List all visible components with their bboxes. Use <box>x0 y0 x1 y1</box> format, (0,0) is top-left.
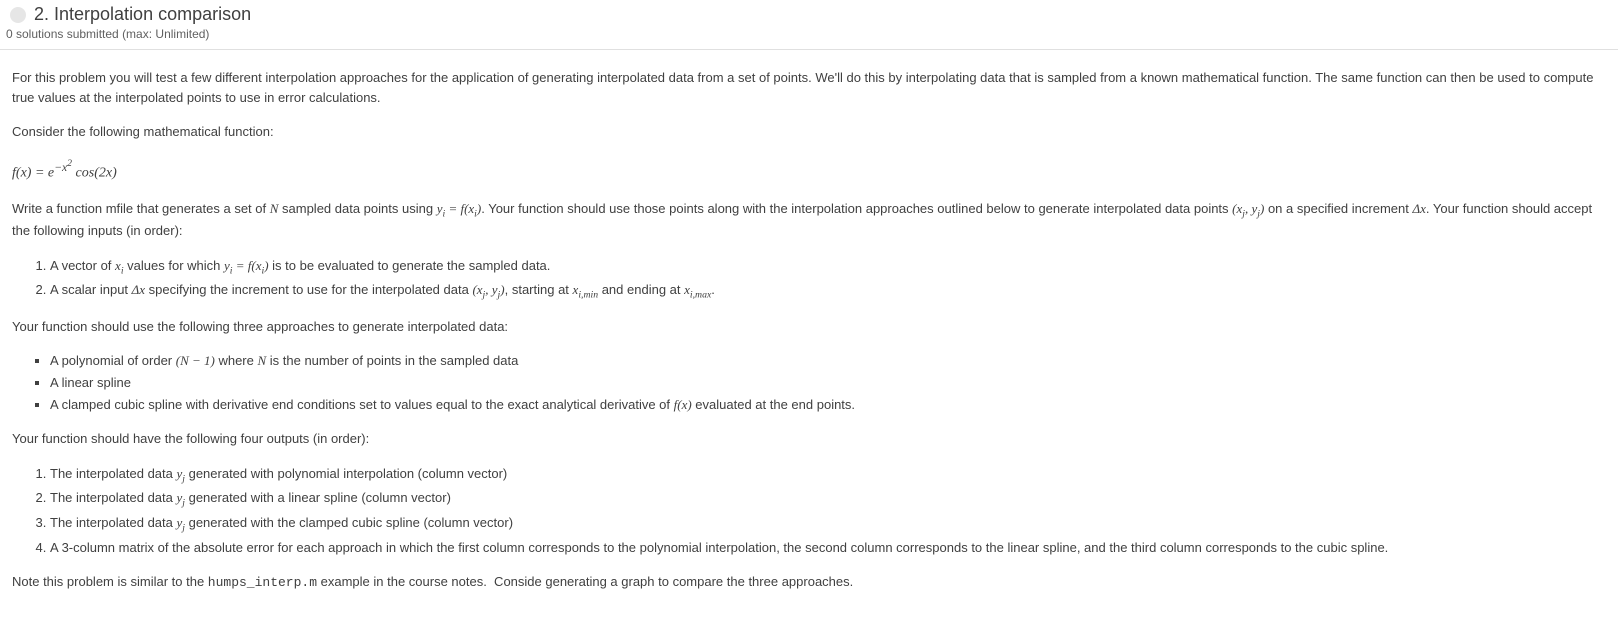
list-item: A vector of xi values for which yi = f(x… <box>50 256 1606 279</box>
list-item: The interpolated data yj generated with … <box>50 488 1606 511</box>
list-item: A clamped cubic spline with derivative e… <box>50 395 1606 415</box>
list-item: The interpolated data yj generated with … <box>50 464 1606 487</box>
outputs-lead: Your function should have the following … <box>12 429 1606 449</box>
problem-header: 2. Interpolation comparison 0 solutions … <box>0 0 1618 50</box>
list-item: A scalar input Δx specifying the increme… <box>50 280 1606 303</box>
list-item: A 3-column matrix of the absolute error … <box>50 538 1606 558</box>
note-paragraph: Note this problem is similar to the hump… <box>12 572 1606 593</box>
approaches-lead: Your function should use the following t… <box>12 317 1606 337</box>
consider-paragraph: Consider the following mathematical func… <box>12 122 1606 142</box>
approaches-list: A polynomial of order (N − 1) where N is… <box>12 351 1606 415</box>
list-item: The interpolated data yj generated with … <box>50 513 1606 536</box>
submission-status: 0 solutions submitted (max: Unlimited) <box>0 27 1618 41</box>
outputs-list: The interpolated data yj generated with … <box>12 464 1606 558</box>
title-row: 2. Interpolation comparison <box>0 4 1618 25</box>
inputs-list: A vector of xi values for which yi = f(x… <box>12 256 1606 303</box>
status-dot-icon <box>10 7 26 23</box>
problem-title: 2. Interpolation comparison <box>34 4 251 25</box>
list-item: A polynomial of order (N − 1) where N is… <box>50 351 1606 371</box>
intro-paragraph: For this problem you will test a few dif… <box>12 68 1606 108</box>
problem-body: For this problem you will test a few dif… <box>0 50 1618 619</box>
write-paragraph: Write a function mfile that generates a … <box>12 199 1606 242</box>
equation: f(x) = e−x2 cos(2x) <box>12 156 1606 184</box>
list-item: A linear spline <box>50 373 1606 393</box>
